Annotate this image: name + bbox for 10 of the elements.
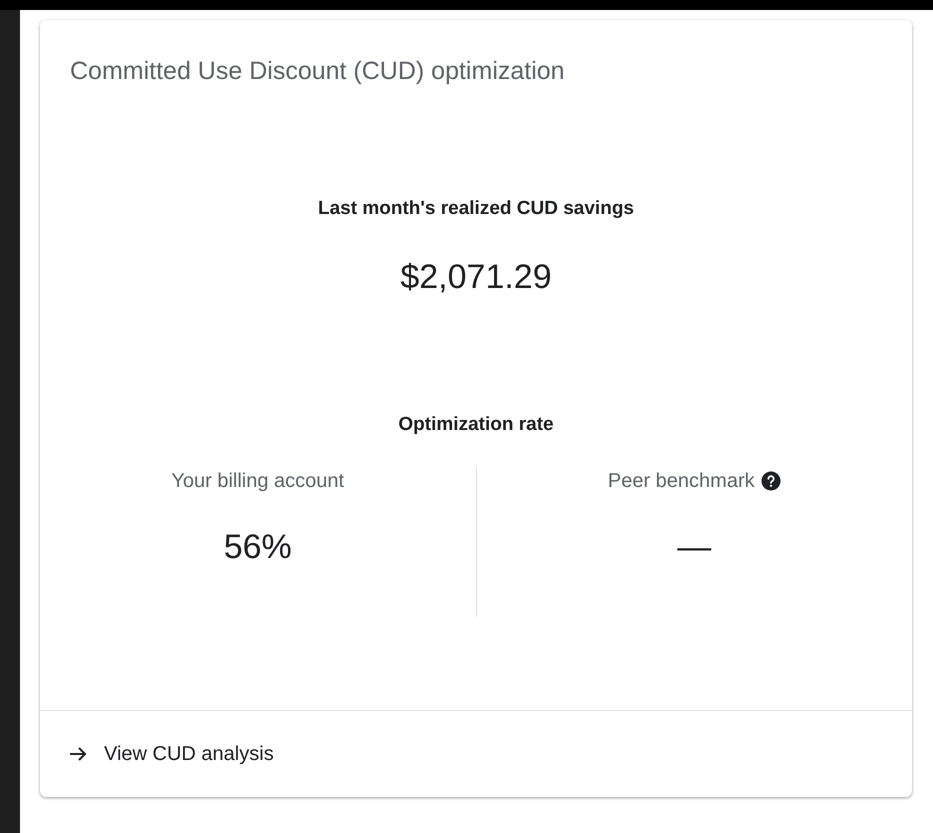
savings-value: $2,071.29 <box>399 257 553 297</box>
rate-label: Optimization rate <box>397 413 555 437</box>
help-icon[interactable] <box>760 471 781 491</box>
savings-label: Last month's realized CUD savings <box>317 197 635 221</box>
metric-label: Your billing account <box>171 469 344 493</box>
metric-value: — <box>677 527 712 567</box>
metric-value: 56% <box>224 527 292 567</box>
metric-label: Peer benchmark <box>608 469 755 493</box>
view-analysis-link[interactable]: View CUD analysis <box>68 738 274 770</box>
card-title: Committed Use Discount (CUD) optimization <box>69 56 566 86</box>
